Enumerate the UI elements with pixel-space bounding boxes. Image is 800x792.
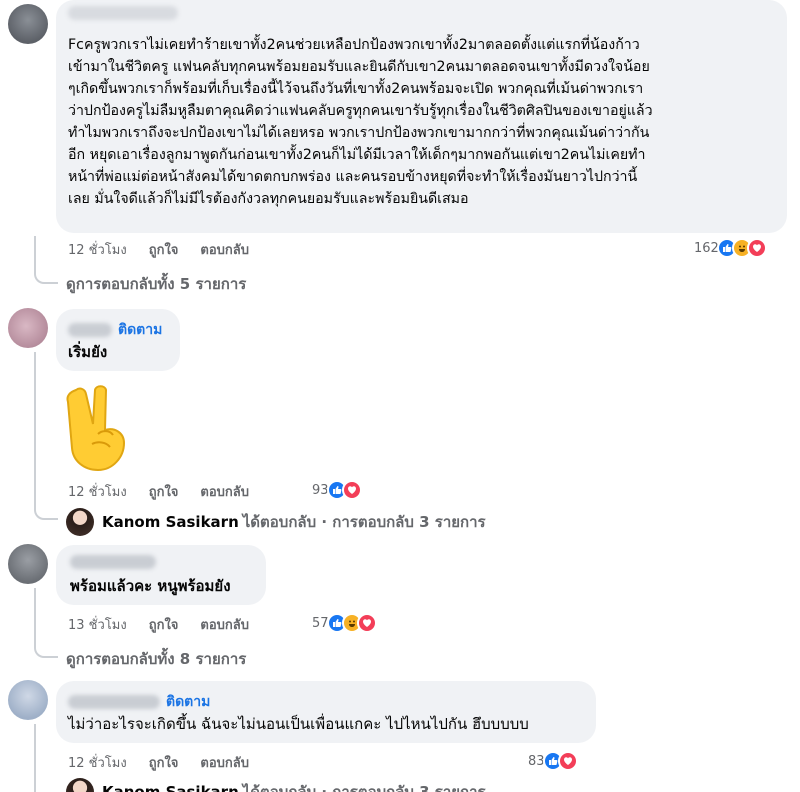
- avatar[interactable]: [8, 544, 48, 584]
- victory-hand-sticker: [62, 382, 136, 472]
- reaction-summary[interactable]: 83: [528, 751, 578, 771]
- comment-actions: 12 ชั่วโมง ถูกใจ ตอบกลับ: [68, 481, 271, 502]
- comment-time[interactable]: 12 ชั่วโมง: [68, 481, 127, 502]
- reply-author-name[interactable]: Kanom Sasikarn: [102, 783, 239, 792]
- like-button[interactable]: ถูกใจ: [149, 239, 179, 260]
- love-reaction-icon: [341, 480, 362, 500]
- thread-line: [34, 236, 58, 284]
- comment-time[interactable]: 12 ชั่วโมง: [68, 239, 127, 260]
- latest-reply-row[interactable]: Kanom Sasikarn ได้ตอบกลับ · การตอบกลับ 3…: [66, 778, 486, 792]
- reply-author-avatar: [66, 778, 94, 792]
- reaction-count: 162: [694, 240, 719, 256]
- comment-author[interactable]: ติดตาม: [68, 319, 162, 341]
- avatar[interactable]: [8, 4, 48, 44]
- reply-summary: ได้ตอบกลับ · การตอบกลับ 3 รายการ: [242, 783, 486, 792]
- thread-line: [34, 588, 58, 658]
- avatar[interactable]: [8, 308, 48, 348]
- reply-author-avatar: [66, 508, 94, 536]
- thread-line: [34, 724, 58, 792]
- follow-button[interactable]: ติดตาม: [118, 319, 162, 341]
- comment-time[interactable]: 12 ชั่วโมง: [68, 752, 127, 773]
- comment-actions: 12 ชั่วโมง ถูกใจ ตอบกลับ: [68, 239, 271, 260]
- comment-text: Fcครูพวกเราไม่เคยทำร้ายเขาทั้ง2คนช่วยเหล…: [68, 37, 653, 207]
- comment-text: ไม่ว่าอะไรจะเกิดขึ้น ฉันจะไม่นอนเป็นเพื่…: [68, 715, 529, 733]
- comment-actions: 12 ชั่วโมง ถูกใจ ตอบกลับ: [68, 752, 271, 773]
- comment-author[interactable]: ติดตาม: [68, 691, 210, 713]
- view-replies-link[interactable]: ดูการตอบกลับทั้ง 8 รายการ: [66, 647, 246, 671]
- comment-actions: 13 ชั่วโมง ถูกใจ ตอบกลับ: [68, 614, 271, 635]
- comment-text: พร้อมแล้วคะ หนูพร้อมยัง: [70, 577, 231, 595]
- love-reaction-icon: [356, 613, 377, 633]
- reaction-summary[interactable]: 93: [312, 480, 362, 500]
- thread-line: [34, 352, 58, 520]
- comment-time[interactable]: 13 ชั่วโมง: [68, 614, 127, 635]
- reaction-summary[interactable]: 57: [312, 613, 377, 633]
- reply-author-name[interactable]: Kanom Sasikarn: [102, 513, 239, 531]
- follow-button[interactable]: ติดตาม: [166, 691, 210, 713]
- reaction-summary[interactable]: 162: [694, 238, 767, 258]
- comment-bubble: ติดตาม ไม่ว่าอะไรจะเกิดขึ้น ฉันจะไม่นอนเ…: [56, 681, 596, 743]
- reply-summary: ได้ตอบกลับ · การตอบกลับ 3 รายการ: [242, 513, 486, 531]
- latest-reply-row[interactable]: Kanom Sasikarn ได้ตอบกลับ · การตอบกลับ 3…: [66, 508, 486, 536]
- love-reaction-icon: [746, 238, 767, 258]
- comment-text: เริ่มยัง: [68, 343, 108, 361]
- view-replies-link[interactable]: ดูการตอบกลับทั้ง 5 รายการ: [66, 272, 246, 296]
- comment-bubble: Fcครูพวกเราไม่เคยทำร้ายเขาทั้ง2คนช่วยเหล…: [56, 0, 787, 233]
- like-button[interactable]: ถูกใจ: [149, 752, 179, 773]
- reply-button[interactable]: ตอบกลับ: [200, 481, 249, 502]
- comment-author[interactable]: [70, 555, 156, 569]
- comment-bubble: ติดตาม เริ่มยัง: [56, 309, 180, 371]
- like-button[interactable]: ถูกใจ: [149, 481, 179, 502]
- comment-author[interactable]: [68, 6, 178, 20]
- love-reaction-icon: [557, 751, 578, 771]
- reply-button[interactable]: ตอบกลับ: [200, 239, 249, 260]
- like-button[interactable]: ถูกใจ: [149, 614, 179, 635]
- avatar[interactable]: [8, 680, 48, 720]
- comment-bubble: พร้อมแล้วคะ หนูพร้อมยัง: [56, 545, 266, 605]
- reply-button[interactable]: ตอบกลับ: [200, 752, 249, 773]
- reply-button[interactable]: ตอบกลับ: [200, 614, 249, 635]
